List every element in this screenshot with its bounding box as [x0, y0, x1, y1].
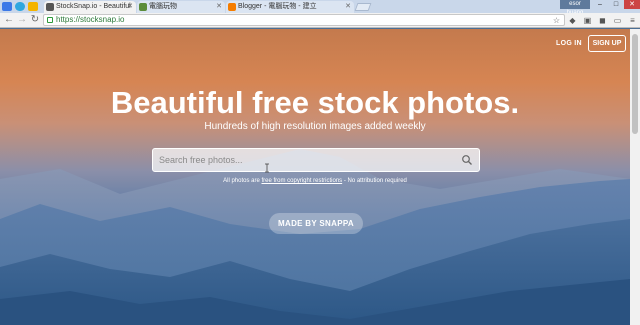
minimize-button[interactable]: –	[592, 0, 608, 9]
mountain-landscape-background	[0, 149, 630, 325]
login-link[interactable]: LOG IN	[556, 40, 582, 47]
back-icon[interactable]: ←	[3, 14, 15, 26]
reload-icon[interactable]: ↻	[29, 14, 41, 26]
browser-tab-bar: StockSnap.io - Beautiful ✕ 電腦玩物 ✕ Blogge…	[0, 0, 640, 16]
site-favicon-icon	[139, 3, 147, 11]
tab-stocksnap[interactable]: StockSnap.io - Beautiful ✕	[44, 1, 136, 13]
search-box	[152, 148, 480, 172]
address-bar[interactable]: https://stocksnap.io	[43, 14, 565, 26]
scrollbar-thumb[interactable]	[632, 34, 638, 134]
close-window-button[interactable]: ✕	[624, 0, 640, 9]
copyright-link[interactable]: free from copyright restrictions	[261, 178, 342, 184]
pinned-tab-icon[interactable]	[2, 2, 12, 11]
close-tab-icon[interactable]: ✕	[345, 1, 351, 13]
extension-icon[interactable]: ▣	[583, 16, 592, 25]
search-input[interactable]	[159, 153, 449, 167]
tab-title: Blogger - 電腦玩物 - 建立	[238, 3, 317, 10]
text-cursor-icon	[265, 163, 269, 173]
search-icon[interactable]	[461, 154, 473, 166]
cast-icon[interactable]: ▭	[613, 16, 622, 25]
extension-icon[interactable]: ◆	[568, 16, 577, 25]
menu-icon[interactable]: ≡	[628, 16, 637, 25]
camera-icon	[46, 3, 54, 11]
made-by-snappa-button[interactable]: MADE BY SNAPPA	[269, 213, 363, 234]
hero-subtitle: Hundreds of high resolution images added…	[204, 121, 426, 132]
star-icon[interactable]: ☆	[552, 16, 561, 25]
notice-suffix: - No attribution required	[342, 178, 407, 184]
notice-prefix: All photos are	[223, 178, 262, 184]
browser-toolbar: ← → ↻ https://stocksnap.io ☆ ◆ ▣ ◼ ▭ ≡	[0, 13, 640, 28]
pinned-tab-icon[interactable]	[15, 2, 25, 11]
profile-button[interactable]: esor huang	[560, 0, 590, 16]
tab-title: 電腦玩物	[149, 3, 177, 10]
tab-title: StockSnap.io - Beautiful	[56, 3, 131, 10]
close-tab-icon[interactable]: ✕	[216, 1, 222, 13]
new-tab-button[interactable]	[354, 3, 372, 11]
stocksnap-page: LOG IN SIGN UP Beautiful free stock phot…	[0, 29, 630, 325]
lock-icon	[47, 17, 53, 23]
pinned-tab-icon[interactable]	[28, 2, 38, 11]
tab-computer-toys[interactable]: 電腦玩物 ✕	[137, 1, 225, 13]
tab-blogger[interactable]: Blogger - 電腦玩物 - 建立 ✕	[226, 1, 354, 13]
signup-button[interactable]: SIGN UP	[588, 35, 626, 52]
forward-icon[interactable]: →	[16, 14, 28, 26]
extension-icon[interactable]: ◼	[598, 16, 607, 25]
page-scrollbar[interactable]	[630, 29, 640, 325]
blogger-icon	[228, 3, 236, 11]
hero-title: Beautiful free stock photos.	[110, 85, 520, 120]
attribution-notice: All photos are free from copyright restr…	[0, 178, 630, 184]
close-tab-icon[interactable]: ✕	[127, 1, 133, 13]
maximize-button[interactable]: □	[608, 0, 624, 9]
url-text: https://stocksnap.io	[56, 15, 125, 24]
